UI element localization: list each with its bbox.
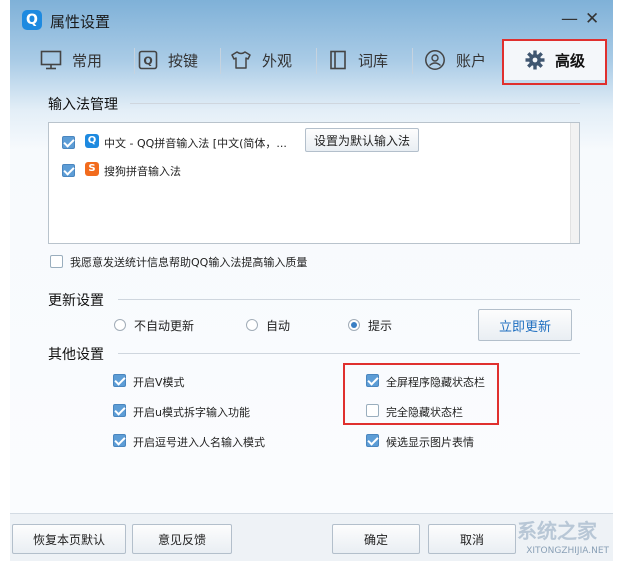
section-title-ime: 输入法管理: [48, 97, 118, 113]
cancel-button[interactable]: 取消: [428, 524, 516, 554]
tab-divider: [412, 48, 413, 74]
monitor-icon: [40, 50, 62, 70]
checkbox-comma-name-mode[interactable]: [113, 434, 126, 447]
checkbox-label: 完全隐藏状态栏: [386, 406, 463, 419]
footer-bar: 恢复本页默认 意见反馈 确定 取消 系统之家 XITONGZHIJIA.NET: [10, 513, 613, 561]
book-icon: [328, 50, 348, 70]
section-title-other: 其他设置: [48, 347, 104, 363]
checkbox-label: 开启逗号进入人名输入模式: [133, 436, 265, 449]
tab-divider: [316, 48, 317, 74]
checkbox-label: 开启u模式拆字输入功能: [133, 406, 250, 419]
ime-item-label: 搜狗拼音输入法: [104, 165, 181, 178]
radio-prompt-update[interactable]: [348, 319, 360, 331]
shirt-icon: [230, 50, 252, 70]
tab-divider: [220, 48, 221, 74]
tab-lexicon[interactable]: 词库: [328, 40, 414, 80]
checkbox-label: 全屏程序隐藏状态栏: [386, 376, 485, 389]
stats-checkbox[interactable]: [50, 255, 63, 268]
section-title-update: 更新设置: [48, 293, 104, 309]
tab-label: 外观: [262, 51, 293, 70]
tab-advanced[interactable]: 高级: [504, 40, 606, 80]
checkbox-fullscreen-hide-statusbar[interactable]: [366, 374, 379, 387]
divider: [118, 353, 580, 354]
tab-label: 词库: [358, 51, 389, 70]
watermark-logo-text: 系统之家: [517, 519, 597, 543]
qq-logo-icon: Q: [22, 10, 42, 30]
tab-label: 高级: [554, 51, 585, 70]
user-icon: [424, 49, 446, 71]
properties-window: Q 属性设置 — ✕ 常用 Q 按键 外观 词库 账户 高级 输入法管理 Q 中…: [10, 0, 613, 561]
tab-label: 按键: [168, 51, 199, 70]
tab-label: 账户: [456, 51, 487, 70]
checkbox-label: 开启V模式: [133, 376, 185, 389]
radio-auto-update[interactable]: [246, 319, 258, 331]
ime-checkbox-qq[interactable]: [62, 136, 75, 149]
radio-no-auto-update[interactable]: [114, 319, 126, 331]
radio-label: 不自动更新: [134, 319, 195, 333]
tab-keys[interactable]: Q 按键: [138, 40, 224, 80]
minimize-button[interactable]: —: [561, 9, 578, 29]
watermark-url: XITONGZHIJIA.NET: [526, 546, 609, 556]
checkbox-hide-statusbar[interactable]: [366, 404, 379, 417]
tab-label: 常用: [72, 51, 103, 70]
close-button[interactable]: ✕: [585, 9, 599, 29]
set-default-ime-button[interactable]: 设置为默认输入法: [305, 128, 419, 152]
tab-appearance[interactable]: 外观: [230, 40, 316, 80]
checkbox-u-mode[interactable]: [113, 404, 126, 417]
checkbox-v-mode[interactable]: [113, 374, 126, 387]
qq-ime-icon: Q: [85, 134, 99, 148]
checkbox-candidate-emoji[interactable]: [366, 434, 379, 447]
feedback-button[interactable]: 意见反馈: [132, 524, 232, 554]
tab-divider: [134, 48, 135, 74]
divider: [118, 299, 580, 300]
tab-common[interactable]: 常用: [40, 40, 126, 80]
window-title: 属性设置: [50, 13, 111, 31]
key-icon: Q: [138, 50, 158, 70]
gear-icon: [525, 50, 545, 70]
checkbox-label: 候选显示图片表情: [386, 436, 474, 449]
stats-label: 我愿意发送统计信息帮助QQ输入法提高输入质量: [70, 256, 308, 269]
radio-label: 提示: [368, 319, 393, 333]
ime-list: Q 中文 - QQ拼音输入法 [中文(简体，... 设置为默认输入法 S 搜狗拼…: [48, 122, 580, 244]
divider: [130, 103, 580, 104]
tab-account[interactable]: 账户: [424, 40, 510, 80]
sogou-ime-icon: S: [85, 162, 99, 176]
ok-button[interactable]: 确定: [332, 524, 420, 554]
tab-bar: 常用 Q 按键 外观 词库 账户 高级: [10, 40, 613, 84]
ime-list-scrollbar[interactable]: [570, 123, 579, 243]
svg-text:Q: Q: [143, 55, 152, 68]
update-now-button[interactable]: 立即更新: [478, 309, 572, 341]
radio-label: 自动: [266, 319, 291, 333]
ime-item-label: 中文 - QQ拼音输入法 [中文(简体，...: [104, 137, 287, 150]
ime-checkbox-sogou[interactable]: [62, 164, 75, 177]
title-bar: Q 属性设置 — ✕: [10, 0, 613, 40]
restore-defaults-button[interactable]: 恢复本页默认: [12, 524, 126, 554]
